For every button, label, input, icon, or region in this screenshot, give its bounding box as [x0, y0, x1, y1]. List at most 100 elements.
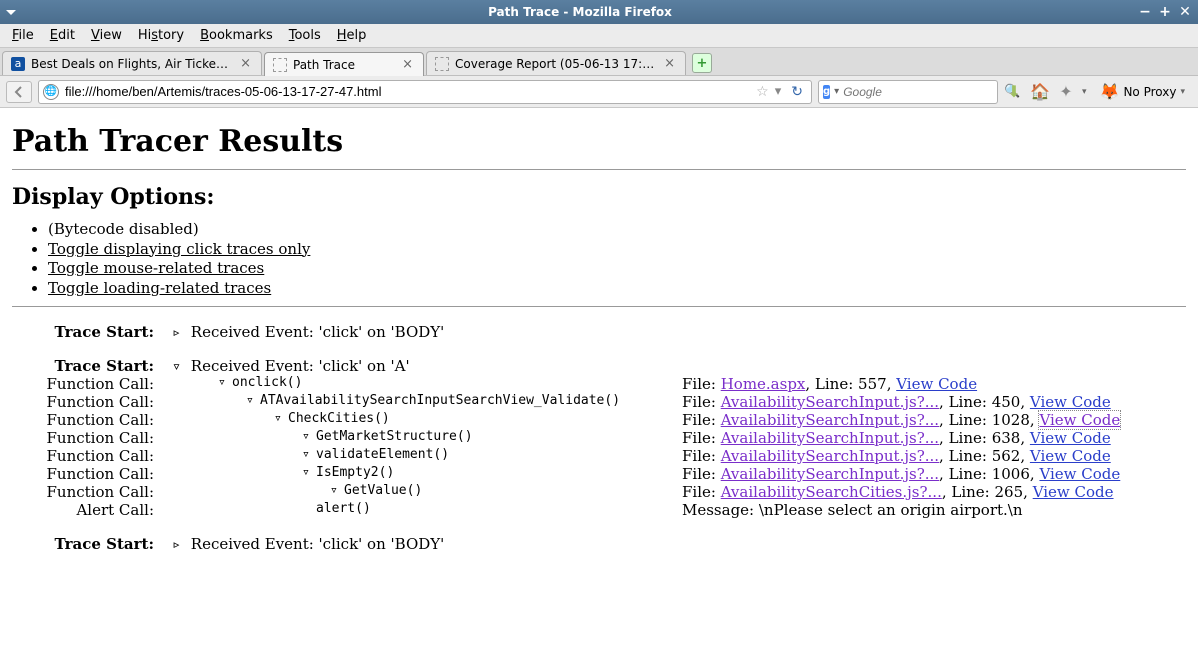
favicon-icon — [273, 58, 287, 72]
proxy-label: No Proxy — [1123, 85, 1176, 99]
dropdown-icon[interactable]: ▾ — [775, 84, 782, 99]
view-code-link[interactable]: View Code — [1039, 411, 1120, 429]
proxy-selector[interactable]: 🦊 No Proxy ▾ — [1093, 79, 1192, 104]
menu-help[interactable]: Help — [331, 26, 373, 45]
alert-message: Message: \nPlease select an origin airpo… — [682, 501, 1186, 519]
file-link[interactable]: Home.aspx — [721, 375, 806, 393]
tree-toggle-open[interactable]: ▿ — [302, 429, 316, 444]
url-input[interactable] — [65, 84, 750, 99]
view-code-link[interactable]: View Code — [1030, 429, 1111, 447]
trace-block: Trace Start: ▹ Received Event: 'click' o… — [12, 535, 1186, 553]
page-viewport[interactable]: Path Tracer Results Display Options: (By… — [0, 108, 1198, 655]
tab-close-button[interactable]: × — [662, 56, 677, 71]
tree-toggle-closed[interactable]: ▹ — [172, 535, 186, 553]
tree-toggle-open[interactable]: ▿ — [302, 465, 316, 480]
window-close-button[interactable]: ✕ — [1178, 5, 1192, 19]
back-button[interactable] — [6, 81, 32, 103]
row-label: Trace Start: — [12, 357, 172, 375]
menu-edit[interactable]: Edit — [44, 26, 81, 45]
tree-toggle-open[interactable]: ▿ — [218, 375, 232, 390]
url-bar[interactable]: 🌐 ☆ ▾ ↻ — [38, 80, 812, 104]
trace-file-info: File: AvailabilitySearchInput.js?..., Li… — [682, 411, 1186, 429]
view-code-link[interactable]: View Code — [1030, 393, 1111, 411]
row-label: Alert Call: — [12, 501, 172, 519]
row-label: Function Call: — [12, 393, 172, 411]
line-number: 265 — [995, 483, 1024, 501]
addon-icon[interactable]: ✦ — [1056, 82, 1076, 102]
line-number: 557 — [858, 375, 887, 393]
page-title: Path Tracer Results — [12, 124, 1186, 159]
menu-bar: File Edit View History Bookmarks Tools H… — [0, 24, 1198, 48]
tab-close-button[interactable]: × — [238, 56, 253, 71]
favicon-icon — [435, 57, 449, 71]
file-link[interactable]: AvailabilitySearchInput.js?... — [721, 411, 939, 429]
file-link[interactable]: AvailabilitySearchInput.js?... — [721, 465, 939, 483]
home-icon[interactable]: 🏠 — [1030, 82, 1050, 102]
toggle-mouse-traces-link[interactable]: Toggle mouse-related traces — [48, 259, 264, 277]
alert-text: \nPlease select an origin airport.\n — [759, 501, 1023, 519]
new-tab-button[interactable]: + — [692, 53, 712, 73]
line-number: 1028 — [992, 411, 1030, 429]
window-maximize-button[interactable]: + — [1158, 5, 1172, 19]
tree-toggle-open[interactable]: ▿ — [302, 447, 316, 462]
menu-view[interactable]: View — [85, 26, 128, 45]
menu-history[interactable]: History — [132, 26, 190, 45]
trace-block: Trace Start: ▿ Received Event: 'click' o… — [12, 357, 1186, 519]
bookmark-star-icon[interactable]: ☆ — [756, 84, 769, 100]
trace-event: Received Event: 'click' on 'BODY' — [191, 323, 445, 341]
trace-file-info: File: AvailabilitySearchCities.js?..., L… — [682, 483, 1186, 501]
toggle-click-traces-link[interactable]: Toggle displaying click traces only — [48, 240, 310, 258]
trace-file-info: File: AvailabilitySearchInput.js?..., Li… — [682, 393, 1186, 411]
tab-label: Path Trace — [293, 58, 394, 72]
window-titlebar: Path Trace - Mozilla Firefox − + ✕ — [0, 0, 1198, 24]
view-code-link[interactable]: View Code — [1033, 483, 1114, 501]
fn-name: ATAvailabilitySearchInputSearchView_Vali… — [260, 393, 620, 408]
option-text: (Bytecode disabled) — [48, 220, 199, 238]
row-label: Function Call: — [12, 447, 172, 465]
section-title: Display Options: — [12, 184, 1186, 210]
search-bar[interactable]: g ▾ 🔍 — [818, 80, 998, 104]
search-engine-dropdown[interactable]: ▾ — [834, 86, 839, 97]
fn-name: alert() — [316, 501, 371, 516]
window-minimize-button[interactable]: − — [1138, 5, 1152, 19]
tab-1[interactable]: a Best Deals on Flights, Air Tickets,...… — [2, 51, 262, 75]
tab-3[interactable]: Coverage Report (05-06-13 17:27... × — [426, 51, 686, 75]
tree-toggle-closed[interactable]: ▹ — [172, 323, 186, 341]
tree-toggle-open[interactable]: ▿ — [330, 483, 344, 498]
file-link[interactable]: AvailabilitySearchCities.js?... — [721, 483, 942, 501]
file-link[interactable]: AvailabilitySearchInput.js?... — [721, 393, 939, 411]
addon-dropdown[interactable]: ▾ — [1082, 87, 1087, 97]
search-input[interactable] — [843, 85, 1000, 99]
line-number: 562 — [992, 447, 1021, 465]
menu-bookmarks[interactable]: Bookmarks — [194, 26, 279, 45]
file-link[interactable]: AvailabilitySearchInput.js?... — [721, 447, 939, 465]
tab-2[interactable]: Path Trace × — [264, 52, 424, 76]
menu-tools[interactable]: Tools — [283, 26, 327, 45]
divider — [12, 306, 1186, 307]
menu-file[interactable]: File — [6, 26, 40, 45]
nav-toolbar: 🌐 ☆ ▾ ↻ g ▾ 🔍 ⬇ 🏠 ✦ ▾ 🦊 No Proxy ▾ — [0, 76, 1198, 108]
view-code-link[interactable]: View Code — [1039, 465, 1120, 483]
tree-toggle-open[interactable]: ▿ — [172, 357, 186, 375]
view-code-link[interactable]: View Code — [896, 375, 977, 393]
tab-bar: a Best Deals on Flights, Air Tickets,...… — [0, 48, 1198, 76]
download-icon[interactable]: ⬇ — [1004, 82, 1024, 102]
view-code-link[interactable]: View Code — [1030, 447, 1111, 465]
tab-close-button[interactable]: × — [400, 57, 415, 72]
toggle-loading-traces-link[interactable]: Toggle loading-related traces — [48, 279, 271, 297]
tree-toggle-open[interactable]: ▿ — [274, 411, 288, 426]
globe-icon: 🌐 — [43, 84, 59, 100]
proxy-dropdown-icon[interactable]: ▾ — [1180, 87, 1185, 97]
file-link[interactable]: AvailabilitySearchInput.js?... — [721, 429, 939, 447]
tree-toggle-open[interactable]: ▿ — [246, 393, 260, 408]
foxyproxy-icon: 🦊 — [1100, 82, 1120, 101]
line-number: 638 — [992, 429, 1021, 447]
fn-name: IsEmpty2() — [316, 465, 394, 480]
window-menu-icon[interactable] — [6, 7, 22, 17]
window-title: Path Trace - Mozilla Firefox — [22, 5, 1138, 19]
row-label: Trace Start: — [12, 535, 172, 553]
row-label: Trace Start: — [12, 323, 172, 341]
list-item: Toggle loading-related traces — [48, 279, 1186, 299]
trace-file-info: File: AvailabilitySearchInput.js?..., Li… — [682, 429, 1186, 447]
reload-button[interactable]: ↻ — [787, 84, 807, 100]
